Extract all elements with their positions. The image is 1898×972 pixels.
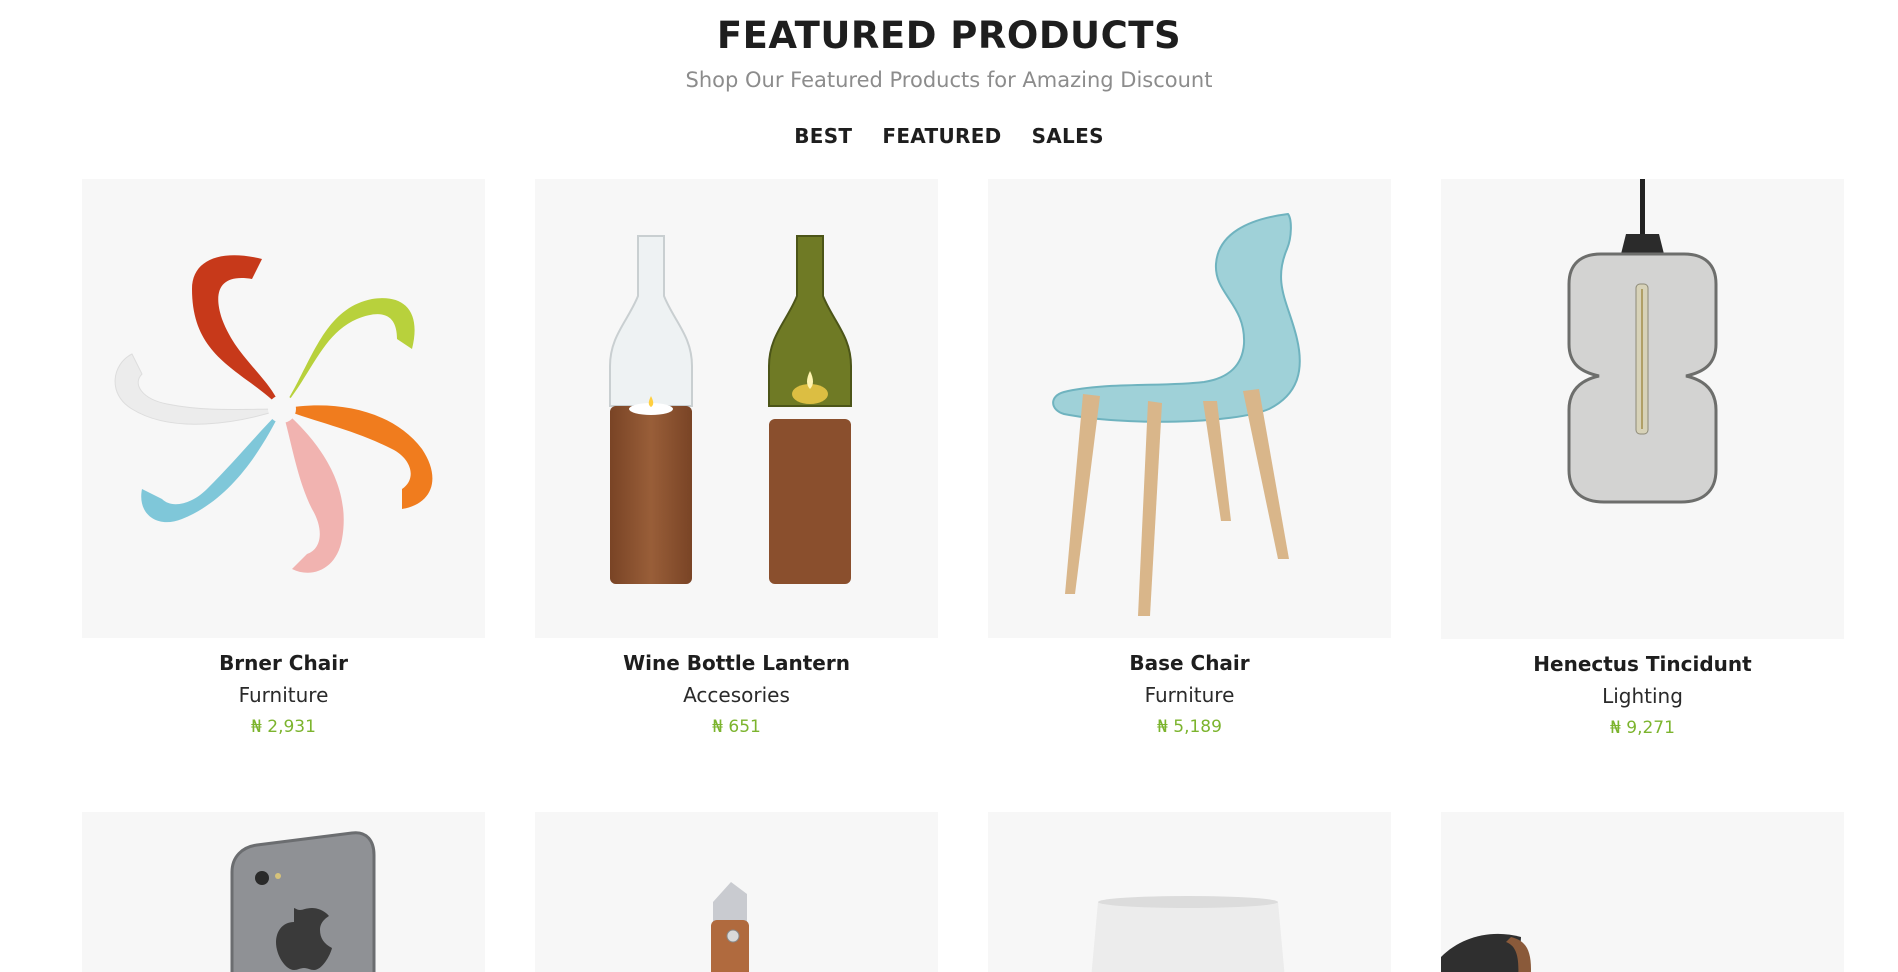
knife-image xyxy=(535,812,938,972)
tab-sales[interactable]: SALES xyxy=(1032,121,1104,151)
product-name[interactable]: Henectus Tincidunt xyxy=(1441,650,1844,678)
product-image-colorful-chairs[interactable] xyxy=(82,179,485,638)
tab-best[interactable]: BEST xyxy=(794,121,852,151)
product-price: ₦ 2,931 xyxy=(251,717,316,737)
tab-featured[interactable]: FEATURED xyxy=(882,121,1001,151)
pendant-lamp-image xyxy=(1441,179,1844,639)
product-category: Furniture xyxy=(1144,683,1235,707)
product-name[interactable]: Wine Bottle Lantern xyxy=(535,649,938,677)
product-image-base-chair[interactable] xyxy=(988,179,1391,638)
section-subtitle: Shop Our Featured Products for Amazing D… xyxy=(685,68,1213,92)
product-image-lamp-shade[interactable] xyxy=(988,812,1391,972)
product-price: ₦ 651 xyxy=(712,717,761,737)
product-price: ₦ 5,189 xyxy=(1157,717,1222,737)
product-name[interactable]: Brner Chair xyxy=(82,649,485,677)
product-category: Furniture xyxy=(238,683,329,707)
product-image-wine-bottle-lantern[interactable] xyxy=(535,179,938,638)
lounge-chair-image xyxy=(1441,812,1844,972)
smartphone-image xyxy=(82,812,485,972)
product-filter-tabs: BEST FEATURED SALES xyxy=(0,121,1898,151)
product-name[interactable]: Base Chair xyxy=(988,649,1391,677)
product-image-lounge-chair[interactable] xyxy=(1441,812,1844,972)
product-image-knife[interactable] xyxy=(535,812,938,972)
wine-bottle-lantern-image xyxy=(535,179,938,638)
lamp-shade-image xyxy=(988,812,1391,972)
blue-chair-image xyxy=(988,179,1391,638)
section-title: FEATURED PRODUCTS xyxy=(716,14,1182,57)
colorful-chairs-image xyxy=(82,179,485,638)
product-price: ₦ 9,271 xyxy=(1610,718,1675,738)
product-category: Accesories xyxy=(683,683,790,707)
product-category: Lighting xyxy=(1602,684,1683,708)
product-image-pendant-lamp[interactable] xyxy=(1441,179,1844,639)
product-image-smartphone[interactable] xyxy=(82,812,485,972)
